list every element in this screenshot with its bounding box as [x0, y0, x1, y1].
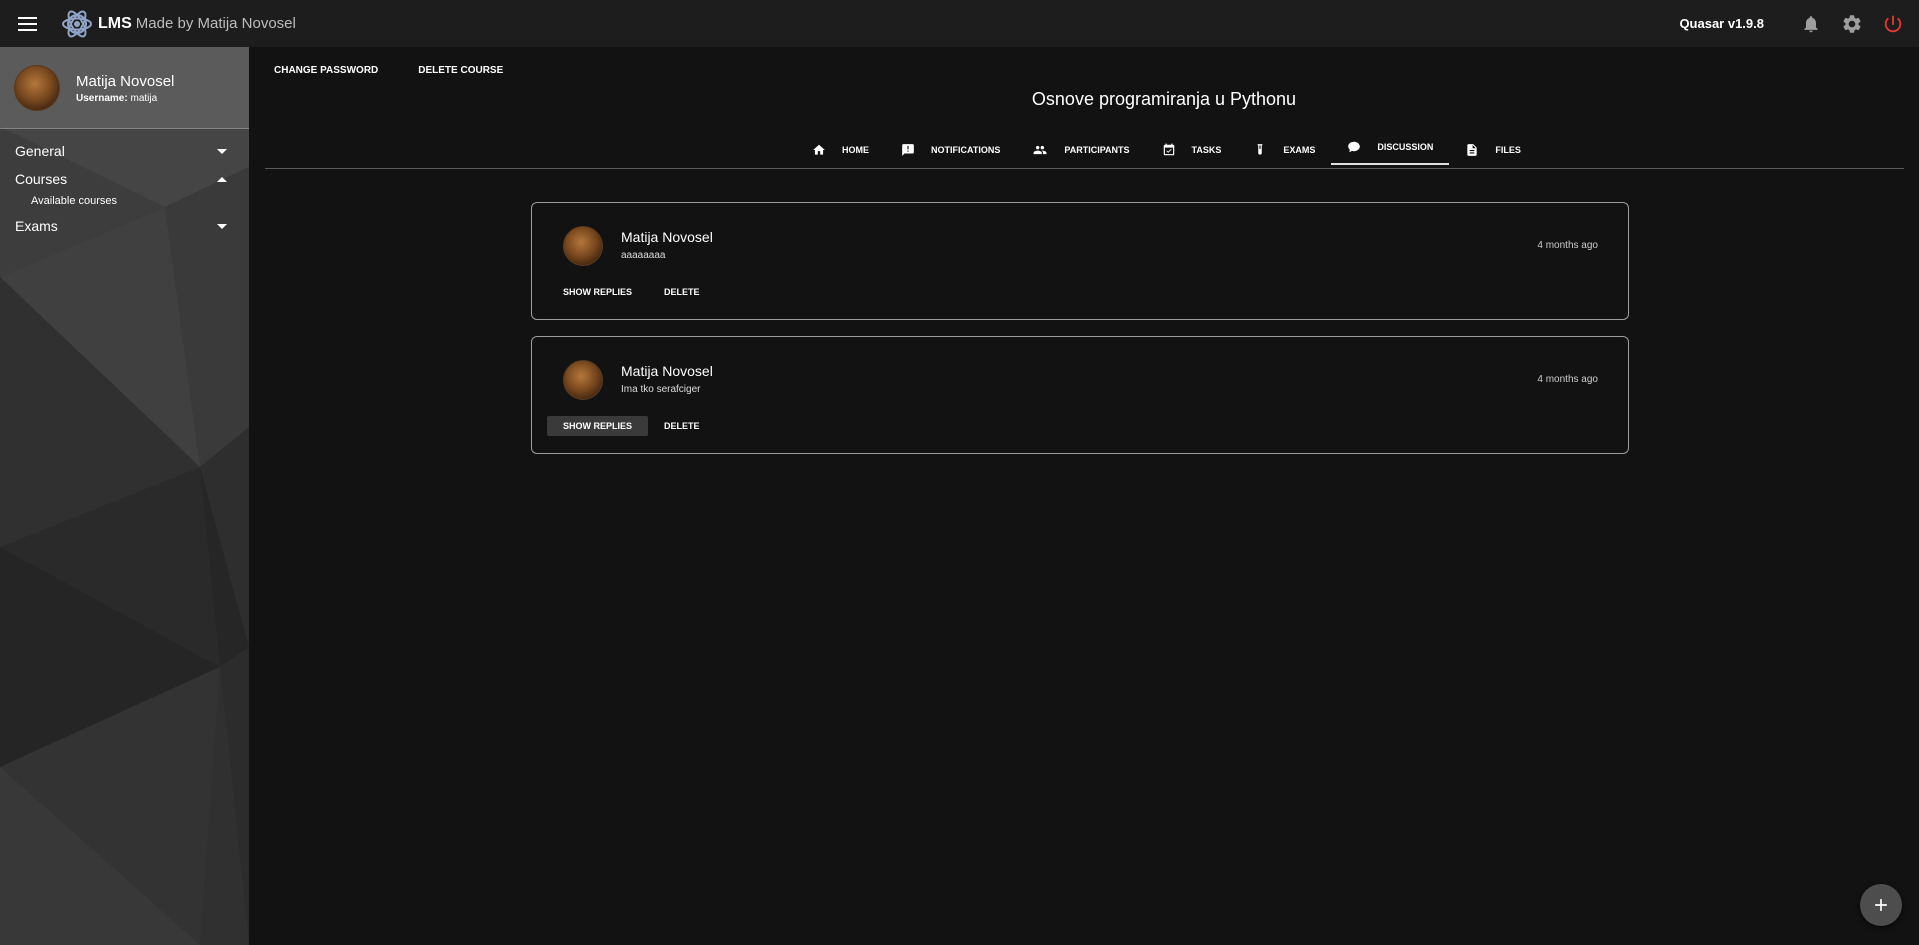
delete-course-button[interactable]: DELETE COURSE: [409, 61, 512, 80]
tab-files[interactable]: FILES: [1449, 131, 1537, 169]
tab-notifications[interactable]: NOTIFICATIONS: [885, 131, 1016, 169]
avatar: [14, 65, 60, 111]
home-icon: [813, 144, 825, 155]
tab-exams[interactable]: EXAMS: [1237, 131, 1331, 169]
chat-icon: [1348, 141, 1361, 153]
gear-icon[interactable]: [1840, 12, 1864, 36]
show-replies-button[interactable]: SHOW REPLIES: [547, 416, 649, 436]
delete-post-button[interactable]: DELETE: [648, 416, 716, 436]
delete-post-button[interactable]: DELETE: [648, 282, 716, 302]
app-brand: LMS: [98, 14, 132, 32]
tab-label: EXAMS: [1283, 145, 1316, 155]
atom-logo-icon: [62, 10, 92, 37]
notification-icon: [902, 144, 914, 156]
tab-label: HOME: [842, 145, 870, 155]
app-brand-subtitle: Made by Matija Novosel: [135, 15, 296, 32]
avatar: [563, 360, 603, 400]
tab-home[interactable]: HOME: [796, 131, 885, 169]
post-time: 4 months ago: [1537, 374, 1598, 385]
sidebar-profile: Matija Novosel Username: matija: [0, 47, 249, 129]
sidebar-item-courses[interactable]: Courses: [0, 166, 249, 192]
course-tabs: HOME NOTIFICATIONS PARTICIPANTS TASKS EX…: [249, 131, 1919, 169]
sidebar-item-label: Courses: [15, 171, 68, 187]
chevron-down-icon: [217, 148, 227, 154]
post-time: 4 months ago: [1537, 240, 1598, 251]
tab-label: DISCUSSION: [1377, 142, 1434, 152]
sidebar-item-general[interactable]: General: [0, 138, 249, 164]
file-icon: [1467, 144, 1478, 156]
tabs-divider: [265, 168, 1904, 169]
show-replies-button[interactable]: SHOW REPLIES: [547, 282, 648, 302]
version-label: Quasar v1.9.8: [1679, 16, 1764, 31]
tab-participants[interactable]: PARTICIPANTS: [1016, 131, 1145, 169]
calendar-check-icon: [1163, 143, 1174, 156]
avatar: [563, 226, 603, 266]
bell-icon[interactable]: [1799, 12, 1823, 36]
chevron-up-icon: [217, 176, 227, 182]
profile-name: Matija Novosel: [76, 73, 175, 90]
sidebar-item-label: General: [15, 143, 65, 159]
tab-label: NOTIFICATIONS: [931, 145, 1001, 155]
change-password-button[interactable]: CHANGE PASSWORD: [265, 61, 387, 80]
chevron-down-icon: [217, 223, 227, 229]
post-author: Matija Novosel: [621, 363, 713, 379]
sidebar-subitem-available-courses[interactable]: Available courses: [31, 195, 117, 207]
add-post-button[interactable]: [1860, 884, 1902, 926]
menu-icon[interactable]: [14, 10, 42, 38]
discussion-post: Matija Novosel aaaaaaaa 4 months ago SHO…: [531, 202, 1629, 320]
tab-discussion[interactable]: DISCUSSION: [1331, 131, 1450, 169]
tab-label: PARTICIPANTS: [1064, 145, 1130, 155]
power-icon[interactable]: [1881, 12, 1905, 36]
sidebar-item-exams[interactable]: Exams: [0, 213, 249, 239]
plus-icon: [1875, 899, 1887, 911]
course-title: Osnove programiranja u Pythonu: [1031, 89, 1297, 109]
post-author: Matija Novosel: [621, 229, 713, 245]
main-content: CHANGE PASSWORD DELETE COURSE Osnove pro…: [249, 47, 1919, 945]
post-text: aaaaaaaa: [621, 250, 666, 261]
discussion-post: Matija Novosel Ima tko serafciger 4 mont…: [531, 336, 1629, 454]
tab-label: TASKS: [1191, 145, 1222, 155]
tab-tasks[interactable]: TASKS: [1146, 131, 1238, 169]
sidebar-item-label: Exams: [15, 218, 58, 234]
sidebar: Matija Novosel Username: matija General …: [0, 47, 249, 945]
post-text: Ima tko serafciger: [621, 384, 701, 395]
test-tube-icon: [1258, 144, 1263, 155]
people-icon: [1033, 145, 1047, 155]
profile-username: Username: matija: [76, 93, 158, 104]
tab-label: FILES: [1495, 145, 1521, 155]
app-header: LMS Made by Matija Novosel Quasar v1.9.8: [0, 0, 1919, 47]
